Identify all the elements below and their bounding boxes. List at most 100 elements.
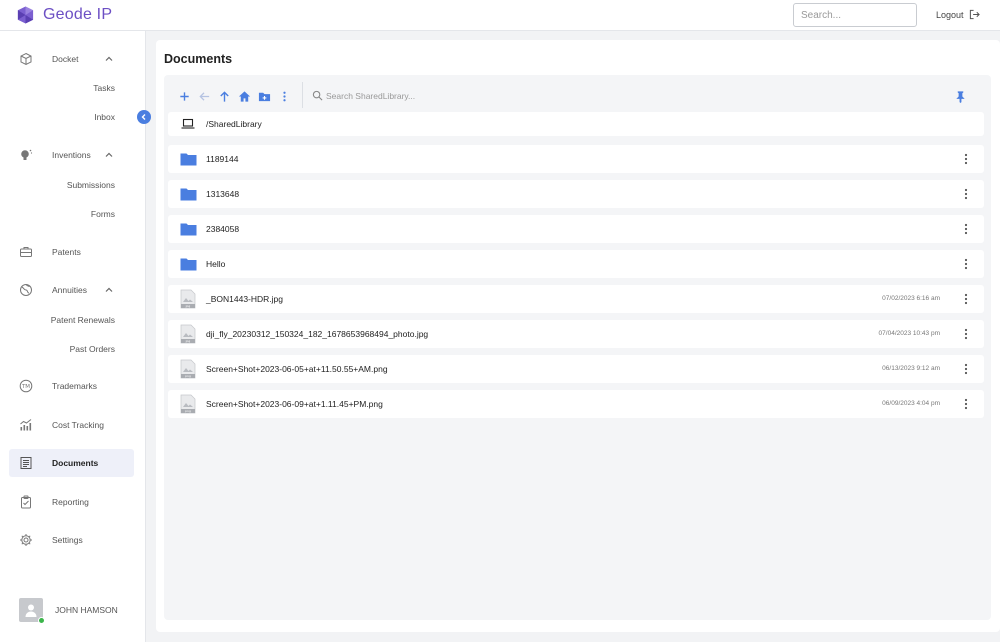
image-file-icon: png bbox=[180, 359, 196, 379]
folder-icon bbox=[180, 223, 197, 236]
sidebar: Docket Tasks Inbox Inventions Submission… bbox=[0, 31, 146, 642]
collapse-sidebar-button[interactable] bbox=[137, 110, 151, 124]
chart-icon bbox=[19, 418, 33, 432]
file-date: 07/02/2023 6:16 am bbox=[882, 295, 940, 302]
sidebar-item-settings[interactable]: Settings bbox=[9, 526, 134, 554]
briefcase-icon bbox=[19, 245, 33, 259]
search-icon bbox=[312, 90, 323, 101]
sidebar-item-label: Trademarks bbox=[52, 381, 98, 391]
sidebar-item-reporting[interactable]: Reporting bbox=[9, 488, 134, 516]
app-logo[interactable]: Geode IP bbox=[16, 5, 112, 25]
user-icon bbox=[25, 604, 37, 617]
image-file-icon: jpg bbox=[180, 289, 196, 309]
sidebar-item-patents[interactable]: Patents bbox=[9, 238, 134, 266]
svg-text:jpg: jpg bbox=[185, 304, 191, 308]
folder-plus-icon bbox=[258, 92, 270, 101]
sidebar-item-docket[interactable]: Docket bbox=[9, 45, 134, 73]
globe-icon bbox=[19, 283, 33, 297]
user-name: JOHN HAMSON bbox=[55, 605, 118, 615]
chevron-up-icon[interactable] bbox=[104, 54, 114, 64]
list-item[interactable]: 1189144 bbox=[168, 145, 984, 173]
sidebar-subitem-submissions[interactable]: Submissions bbox=[67, 180, 115, 190]
more-vertical-icon[interactable] bbox=[960, 328, 972, 340]
lightbulb-icon bbox=[19, 148, 33, 162]
logout-icon bbox=[969, 9, 980, 20]
sidebar-item-label: Settings bbox=[52, 535, 83, 545]
laptop-icon bbox=[181, 118, 195, 129]
svg-text:png: png bbox=[185, 374, 191, 378]
chevron-up-icon[interactable] bbox=[104, 285, 114, 295]
list-item[interactable]: jpg _BON1443-HDR.jpg 07/02/2023 6:16 am bbox=[168, 285, 984, 313]
folder-icon bbox=[180, 188, 197, 201]
list-item[interactable]: 1313648 bbox=[168, 180, 984, 208]
more-vertical-icon[interactable] bbox=[960, 363, 972, 375]
toolbar-divider bbox=[302, 82, 303, 108]
sidebar-item-cost-tracking[interactable]: Cost Tracking bbox=[9, 411, 134, 439]
arrow-left-icon bbox=[198, 91, 209, 101]
more-vertical-icon bbox=[282, 91, 286, 101]
more-vertical-icon[interactable] bbox=[960, 398, 972, 410]
app-name: Geode IP bbox=[43, 6, 113, 23]
online-status-indicator bbox=[38, 617, 45, 624]
more-options-button[interactable] bbox=[274, 86, 294, 106]
sidebar-subitem-patent-renewals[interactable]: Patent Renewals bbox=[51, 315, 115, 325]
clipboard-icon bbox=[19, 495, 33, 509]
plus-icon bbox=[179, 91, 189, 101]
svg-text:png: png bbox=[185, 409, 191, 413]
more-vertical-icon[interactable] bbox=[960, 293, 972, 305]
list-item[interactable]: 2384058 bbox=[168, 215, 984, 243]
svg-text:TM: TM bbox=[21, 384, 30, 390]
file-name: _BON1443-HDR.jpg bbox=[206, 294, 284, 304]
sidebar-item-documents[interactable]: Documents bbox=[9, 449, 134, 477]
new-folder-button[interactable] bbox=[254, 86, 274, 106]
file-name: Screen+Shot+2023-06-05+at+11.50.55+AM.pn… bbox=[206, 364, 388, 374]
file-date: 07/04/2023 10:43 pm bbox=[878, 330, 940, 337]
more-vertical-icon[interactable] bbox=[960, 188, 972, 200]
trademark-icon: TM bbox=[19, 379, 33, 393]
list-item[interactable]: Hello bbox=[168, 250, 984, 278]
list-item[interactable]: png Screen+Shot+2023-06-05+at+11.50.55+A… bbox=[168, 355, 984, 383]
sidebar-item-label: Cost Tracking bbox=[52, 420, 104, 430]
sidebar-item-trademarks[interactable]: TM Trademarks bbox=[9, 372, 134, 400]
pin-icon[interactable] bbox=[954, 90, 967, 103]
file-date: 06/09/2023 4:04 pm bbox=[882, 400, 940, 407]
more-vertical-icon[interactable] bbox=[960, 223, 972, 235]
logout-label: Logout bbox=[936, 9, 964, 20]
list-item[interactable]: jpg dji_fly_20230312_150324_182_16786539… bbox=[168, 320, 984, 348]
page-title: Documents bbox=[164, 52, 233, 66]
sidebar-item-annuities[interactable]: Annuities bbox=[9, 276, 134, 304]
back-button[interactable] bbox=[194, 86, 214, 106]
gear-icon bbox=[19, 533, 33, 547]
sidebar-item-label: Documents bbox=[52, 458, 99, 468]
folder-icon bbox=[180, 153, 197, 166]
up-button[interactable] bbox=[214, 86, 234, 106]
home-button[interactable] bbox=[234, 86, 254, 106]
library-search-input[interactable] bbox=[326, 86, 626, 106]
file-browser: /SharedLibrary 1189144 1313648 2384058 H… bbox=[164, 75, 991, 620]
logout-button[interactable]: Logout bbox=[936, 9, 980, 20]
more-vertical-icon[interactable] bbox=[960, 258, 972, 270]
user-profile[interactable]: JOHN HAMSON bbox=[19, 598, 118, 624]
file-date: 06/13/2023 9:12 am bbox=[882, 365, 940, 372]
sidebar-item-inventions[interactable]: Inventions bbox=[9, 141, 134, 169]
sidebar-subitem-tasks[interactable]: Tasks bbox=[93, 83, 115, 93]
file-name: dji_fly_20230312_150324_182_167865396849… bbox=[206, 329, 429, 339]
sidebar-subitem-inbox[interactable]: Inbox bbox=[94, 112, 115, 122]
cube-icon bbox=[19, 52, 33, 66]
sidebar-subitem-past-orders[interactable]: Past Orders bbox=[70, 344, 115, 354]
sidebar-subitem-forms[interactable]: Forms bbox=[91, 209, 115, 219]
chevron-up-icon[interactable] bbox=[104, 150, 114, 160]
global-search-input[interactable] bbox=[793, 3, 917, 27]
file-name: 1189144 bbox=[206, 154, 239, 164]
add-button[interactable] bbox=[174, 86, 194, 106]
current-path-bar: /SharedLibrary bbox=[168, 112, 984, 136]
avatar bbox=[19, 598, 45, 624]
folder-icon bbox=[180, 258, 197, 271]
arrow-up-icon bbox=[219, 90, 229, 102]
list-item[interactable]: png Screen+Shot+2023-06-09+at+1.11.45+PM… bbox=[168, 390, 984, 418]
home-icon bbox=[238, 90, 250, 102]
geode-logo-icon bbox=[17, 6, 34, 24]
file-name: 1313648 bbox=[206, 189, 240, 199]
file-name: 2384058 bbox=[206, 224, 240, 234]
more-vertical-icon[interactable] bbox=[960, 153, 972, 165]
